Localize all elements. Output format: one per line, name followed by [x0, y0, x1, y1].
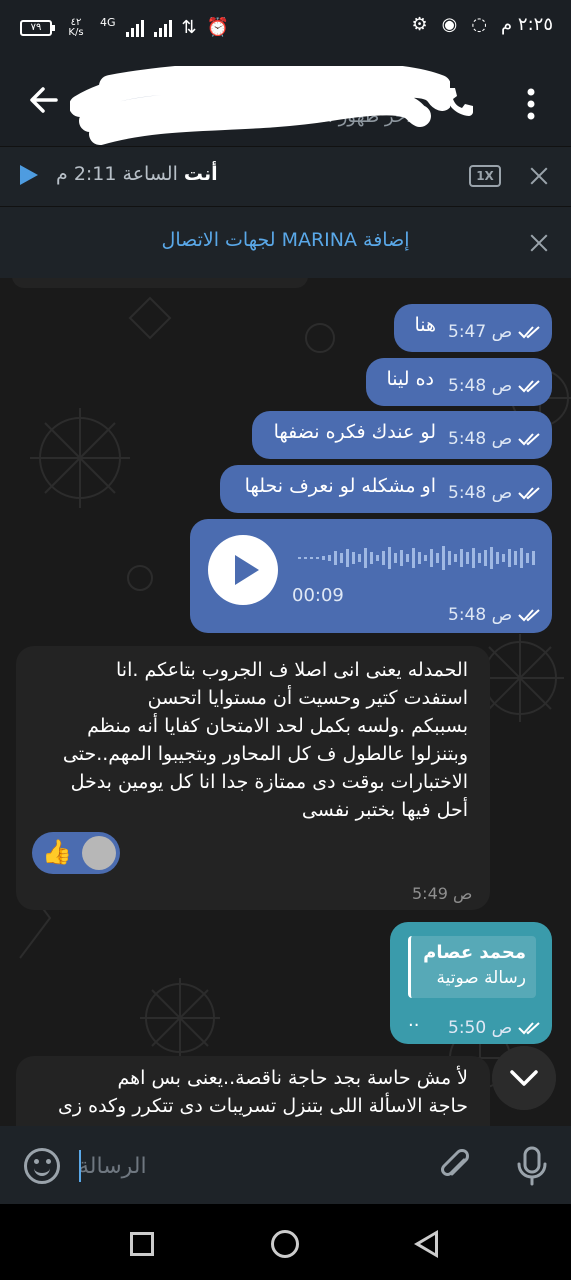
- redaction-scribble: [70, 66, 450, 145]
- reactor-avatar: [82, 836, 116, 870]
- status-right: ⚙ ◉ ◌ ٢:٢٥ م: [411, 14, 553, 35]
- thumbs-up-icon: 👍: [42, 838, 72, 866]
- settings-icon: ⚙: [411, 14, 428, 35]
- message-bubble-in[interactable]: لأ مش حاسة بجد حاجة ناقصة..يعنى بس اهم ح…: [16, 1056, 490, 1126]
- network-type: 4G: [100, 16, 116, 29]
- message-text: ده لينا: [386, 368, 435, 390]
- message-time: 5:48 ص: [448, 483, 513, 503]
- message-time: 5:48 ص: [448, 429, 513, 449]
- read-ticks-icon: [518, 487, 540, 500]
- message-meta: 5:48 ص: [448, 376, 544, 396]
- nav-back-icon[interactable]: [414, 1230, 438, 1258]
- message-text: او مشكله لو نعرف نحلها: [244, 475, 436, 497]
- player-time: الساعة 2:11 م: [56, 163, 178, 185]
- play-icon[interactable]: [20, 165, 38, 185]
- text-caret: [79, 1150, 81, 1182]
- voice-message-bubble[interactable]: 00:09 5:48 ص: [190, 519, 552, 633]
- message-composer: [0, 1126, 571, 1204]
- player-sender: أنت: [183, 163, 218, 185]
- message-time: 5:50 ص: [448, 1018, 513, 1038]
- message-text: لأ مش حاسة بجد حاجة ناقصة..يعنى بس اهم ح…: [58, 1067, 468, 1117]
- quoted-text: رسالة صوتية: [436, 968, 526, 988]
- message-time: 5:48 ص: [448, 605, 513, 625]
- message-time: 5:47 ص: [448, 322, 513, 342]
- quoted-message[interactable]: محمد عصام رسالة صوتية: [408, 936, 536, 998]
- add-contact-link[interactable]: إضافة MARINA لجهات الاتصال: [0, 229, 571, 251]
- recents-icon[interactable]: [130, 1232, 154, 1256]
- quoted-sender: محمد عصام: [423, 942, 526, 963]
- add-contact-bar: إضافة MARINA لجهات الاتصال: [0, 206, 571, 278]
- battery-level: ٧٩: [30, 21, 42, 33]
- message-input[interactable]: [78, 1146, 408, 1186]
- read-ticks-icon: [518, 380, 540, 393]
- battery-icon: ٧٩: [20, 19, 55, 36]
- message-meta: 5:48 ص: [448, 483, 544, 503]
- gamepad-icon: ◉: [441, 14, 458, 35]
- read-ticks-icon: [518, 609, 540, 622]
- home-icon[interactable]: [271, 1230, 299, 1258]
- voice-play-button[interactable]: [208, 535, 278, 605]
- more-options-icon[interactable]: [519, 86, 543, 122]
- scroll-down-button[interactable]: [492, 1046, 556, 1110]
- message-text: الحمدله يعنى انى اصلا ف الجروب بتاعكم .ا…: [62, 659, 468, 821]
- message-text: ..: [408, 1010, 420, 1031]
- message-time: 5:48 ص: [448, 376, 513, 396]
- audio-player-bar: أنت الساعة 2:11 م 1X: [0, 146, 571, 206]
- read-ticks-icon: [518, 433, 540, 446]
- message-meta: 5:47 ص: [448, 322, 544, 342]
- phone-call-icon[interactable]: [441, 84, 477, 120]
- alarm-icon: ⏰: [206, 17, 230, 38]
- whatsapp-icon: ◌: [471, 14, 488, 35]
- message-bubble-out[interactable]: لو عندك فكره نضفها 5:48 ص: [252, 411, 552, 459]
- message-time: 5:49 ص: [412, 884, 473, 903]
- emoji-icon[interactable]: [24, 1148, 60, 1184]
- signal-icon: [125, 19, 144, 37]
- message-bubble-out[interactable]: هنا 5:47 ص: [394, 304, 552, 352]
- message-text: هنا: [414, 314, 436, 336]
- message-text: لو عندك فكره نضفها: [273, 421, 436, 443]
- previous-message-stub: [12, 278, 308, 288]
- player-info[interactable]: أنت الساعة 2:11 م: [56, 163, 218, 185]
- voice-duration: 00:09: [292, 585, 344, 606]
- reaction-badge[interactable]: 👍: [32, 832, 120, 874]
- read-ticks-icon: [518, 326, 540, 339]
- message-bubble-out[interactable]: او مشكله لو نعرف نحلها 5:48 ص: [220, 465, 552, 513]
- clock: ٢:٢٥ م: [501, 14, 553, 35]
- microphone-icon[interactable]: [514, 1146, 550, 1186]
- voice-waveform[interactable]: [298, 543, 538, 573]
- reply-message-bubble[interactable]: محمد عصام رسالة صوتية .. 5:50 ص: [390, 922, 552, 1044]
- close-add-contact-icon[interactable]: [528, 232, 550, 254]
- read-ticks-icon: [518, 1022, 540, 1035]
- back-arrow-icon[interactable]: [26, 82, 62, 118]
- message-meta: 5:50 ص: [448, 1018, 544, 1038]
- chat-header: +20 128 522 ... آخر ظهور الساعة 11:09 ص: [0, 58, 571, 146]
- close-player-icon[interactable]: [528, 165, 550, 187]
- message-bubble-out[interactable]: ده لينا 5:48 ص: [366, 358, 552, 406]
- net-speed: ٤٢ K/s: [68, 16, 84, 38]
- attach-icon[interactable]: [438, 1148, 474, 1184]
- message-meta: 5:48 ص: [448, 605, 544, 625]
- chat-area[interactable]: هنا 5:47 ص ده لينا 5:48 ص لو عندك فكره ن…: [0, 278, 571, 1126]
- status-bar: ٧٩ ٤٢ K/s 4G ⇅ ⏰ ⚙ ◉ ◌ ٢:٢٥ م: [0, 0, 571, 58]
- signal-2-icon: [153, 19, 172, 37]
- playback-speed-button[interactable]: 1X: [469, 165, 501, 187]
- status-left: ٧٩ ٤٢ K/s 4G ⇅ ⏰: [20, 16, 229, 39]
- data-arrows-icon: ⇅: [181, 17, 197, 38]
- message-meta: 5:48 ص: [448, 429, 544, 449]
- android-nav-bar: [0, 1204, 571, 1280]
